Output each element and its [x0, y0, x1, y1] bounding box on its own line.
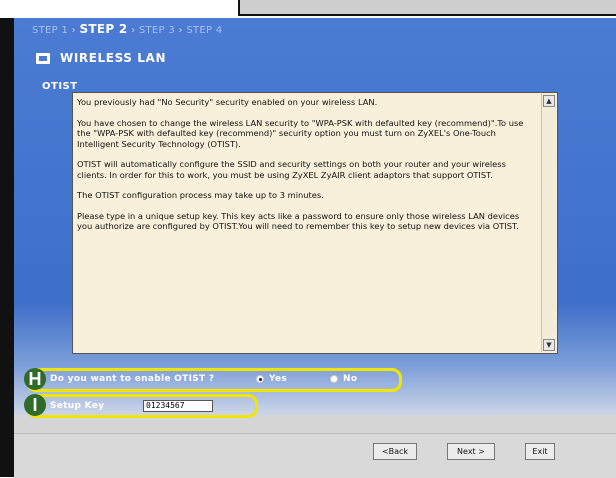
info-paragraph: You previously had "No Security" securit… [77, 97, 378, 107]
yes-radio-label: Yes [269, 374, 288, 384]
info-paragraph: Please type in a unique setup key. This … [77, 210, 520, 232]
page-title: WIRELESS LAN [36, 48, 166, 68]
step-indicator: STEP 1 › STEP 2 › STEP 3 › STEP 4 [32, 22, 222, 36]
scroll-up-icon[interactable]: ▲ [543, 95, 555, 107]
step-3: STEP 3 [138, 25, 176, 36]
otist-question-label: Do you want to enable OTIST ? [50, 374, 215, 384]
info-paragraph: OTIST will automatically configure the S… [77, 159, 506, 180]
callout-i-marker: I [24, 394, 46, 416]
info-text-content: You previously had "No Security" securit… [77, 97, 535, 242]
exit-button[interactable]: Exit [525, 443, 555, 460]
scrollbar[interactable]: ▲ ▼ [541, 94, 556, 352]
folder-icon [36, 52, 50, 64]
info-paragraph: The OTIST configuration process may take… [77, 190, 324, 200]
next-button[interactable]: Next > [447, 443, 495, 460]
yes-radio[interactable] [256, 375, 264, 383]
back-button[interactable]: <Back [373, 443, 417, 460]
top-margin [0, 0, 616, 18]
step-4: STEP 4 [186, 25, 223, 36]
no-radio-label: No [343, 374, 358, 384]
step-separator: › [71, 25, 76, 36]
info-paragraph: You have chosen to change the wireless L… [77, 117, 524, 149]
info-text-area[interactable]: You previously had "No Security" securit… [72, 92, 558, 354]
step-separator: › [131, 25, 136, 36]
setup-key-input[interactable]: 01234567 [143, 400, 213, 412]
step-separator: › [178, 25, 183, 36]
no-radio[interactable] [330, 375, 338, 383]
setup-key-label: Setup Key [50, 401, 105, 411]
top-frame [238, 0, 616, 16]
callout-h-marker: H [24, 368, 46, 390]
step-1: STEP 1 [32, 25, 69, 36]
section-heading: OTIST [42, 81, 78, 92]
step-2-current: STEP 2 [79, 22, 128, 36]
page-title-text: WIRELESS LAN [60, 51, 167, 65]
scroll-down-icon[interactable]: ▼ [543, 339, 555, 351]
